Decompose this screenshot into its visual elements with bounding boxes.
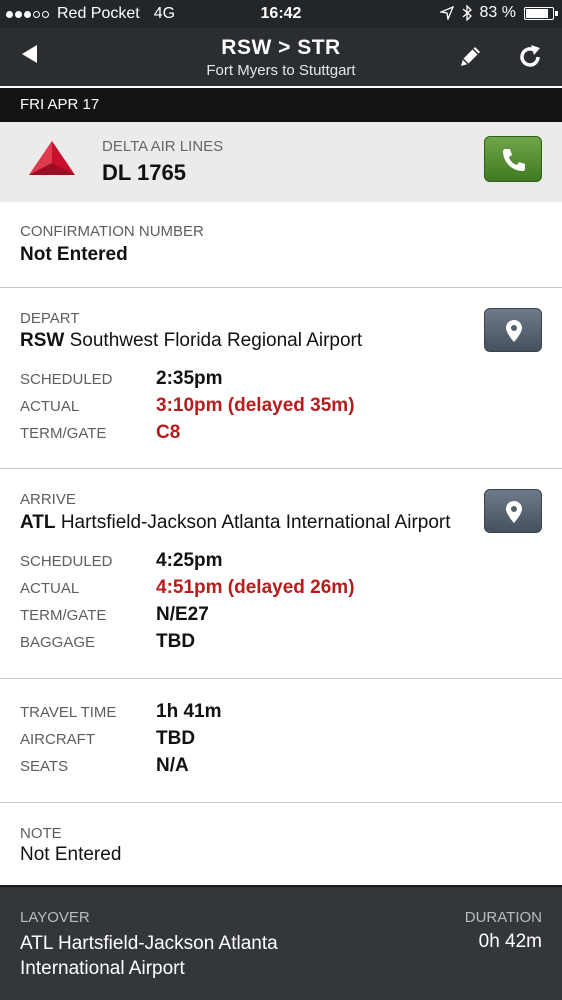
- status-bar: Red Pocket 4G 16:42 83 %: [0, 0, 562, 28]
- depart-airport: RSW Southwest Florida Regional Airport: [20, 330, 362, 352]
- refresh-icon[interactable]: [515, 42, 545, 72]
- duration-label: DURATION: [464, 909, 542, 926]
- note-value: Not Entered: [20, 844, 122, 865]
- arrive-actual-label: ACTUAL: [20, 580, 80, 597]
- aircraft-label: AIRCRAFT: [20, 731, 95, 748]
- depart-label: DEPART: [20, 310, 80, 327]
- airline-name: DELTA AIR LINES: [102, 138, 224, 155]
- arrive-code: ATL: [20, 512, 56, 533]
- phone-icon: [503, 149, 525, 171]
- depart-scheduled-label: SCHEDULED: [20, 371, 113, 388]
- battery-icon: [524, 6, 558, 20]
- flight-date: FRI APR 17: [20, 96, 100, 113]
- nav-bar: RSW > STR Fort Myers to Stuttgart: [0, 28, 562, 86]
- location-arrow-icon: [439, 6, 454, 20]
- layover-airport: ATL Hartsfield-Jackson Atlanta Internati…: [20, 933, 278, 979]
- battery-percent: 83 %: [479, 4, 516, 21]
- arrive-actual-value: 4:51pm (delayed 26m): [156, 577, 355, 598]
- pencil-icon[interactable]: [455, 42, 485, 72]
- travel-time-label: TRAVEL TIME: [20, 704, 117, 721]
- depart-actual-label: ACTUAL: [20, 398, 80, 415]
- depart-airport-name: Southwest Florida Regional Airport: [69, 330, 363, 351]
- bluetooth-icon: [462, 5, 472, 21]
- note-label: NOTE: [20, 825, 62, 842]
- confirmation-section[interactable]: CONFIRMATION NUMBER Not Entered: [0, 202, 562, 288]
- map-pin-icon: [506, 501, 522, 523]
- arrive-scheduled-value: 4:25pm: [156, 550, 223, 571]
- arrive-section: ARRIVE ATL Hartsfield-Jackson Atlanta In…: [0, 469, 562, 679]
- depart-actual-value: 3:10pm (delayed 35m): [156, 395, 355, 416]
- call-airline-button[interactable]: [484, 136, 542, 182]
- depart-gate-value: C8: [156, 422, 181, 443]
- depart-map-button[interactable]: [484, 308, 542, 352]
- arrive-baggage-label: BAGGAGE: [20, 634, 96, 651]
- depart-gate-label: TERM/GATE: [20, 425, 107, 442]
- note-section[interactable]: NOTE Not Entered: [0, 803, 562, 885]
- confirmation-label: CONFIRMATION NUMBER: [20, 223, 204, 240]
- arrive-map-button[interactable]: [484, 489, 542, 533]
- seats-label: SEATS: [20, 758, 69, 775]
- depart-section: DEPART RSW Southwest Florida Regional Ai…: [0, 288, 562, 469]
- depart-scheduled-value: 2:35pm: [156, 368, 223, 389]
- confirmation-value: Not Entered: [20, 244, 128, 265]
- arrive-gate-label: TERM/GATE: [20, 607, 107, 624]
- airline-header: DELTA AIR LINES DL 1765: [0, 122, 562, 202]
- travel-time-value: 1h 41m: [156, 701, 222, 722]
- flight-details-section: TRAVEL TIME 1h 41m AIRCRAFT TBD SEATS N/…: [0, 679, 562, 803]
- aircraft-value: TBD: [156, 728, 196, 749]
- arrive-airport: ATL Hartsfield-Jackson Atlanta Internati…: [20, 512, 451, 534]
- date-header: FRI APR 17: [0, 86, 562, 122]
- arrive-scheduled-label: SCHEDULED: [20, 553, 113, 570]
- arrive-airport-name: Hartsfield-Jackson Atlanta International…: [60, 512, 451, 533]
- delta-logo: [29, 141, 75, 175]
- layover-duration: 0h 42m: [478, 931, 542, 952]
- flight-number: DL 1765: [102, 160, 186, 185]
- map-pin-icon: [506, 320, 522, 342]
- arrive-gate-value: N/E27: [156, 604, 209, 625]
- layover-panel: LAYOVER ATL Hartsfield-Jackson Atlanta I…: [0, 885, 562, 1000]
- layover-label: LAYOVER: [20, 909, 90, 926]
- arrive-baggage-value: TBD: [156, 631, 196, 652]
- depart-code: RSW: [20, 330, 65, 351]
- seats-value: N/A: [156, 755, 189, 776]
- arrive-label: ARRIVE: [20, 491, 76, 508]
